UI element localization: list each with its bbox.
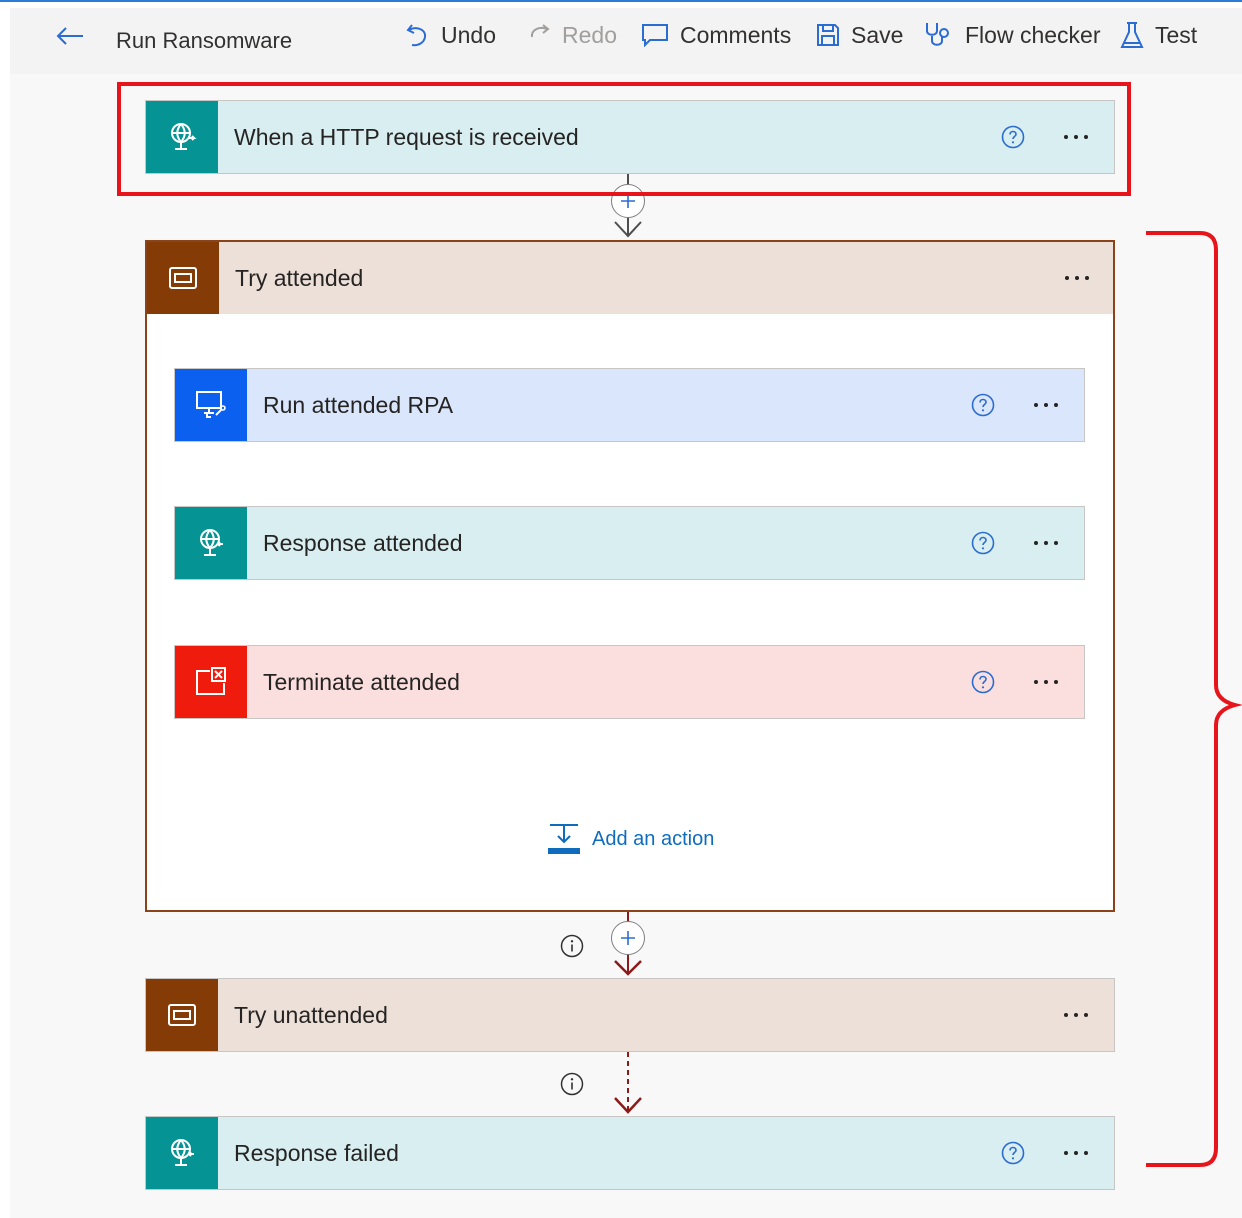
- more-icon[interactable]: [1058, 1138, 1094, 1168]
- terminate-icon: [175, 646, 247, 718]
- scope-title: Try unattended: [234, 1001, 388, 1028]
- action-title: Response failed: [234, 1139, 399, 1166]
- action-card-response-failed[interactable]: Response failed: [145, 1116, 1115, 1190]
- help-icon[interactable]: [970, 530, 996, 556]
- trigger-title: When a HTTP request is received: [234, 123, 579, 150]
- test-button[interactable]: Test: [1120, 20, 1197, 50]
- help-icon[interactable]: [1000, 124, 1026, 150]
- redo-icon: [530, 24, 550, 38]
- action-title: Response attended: [263, 529, 463, 556]
- help-icon[interactable]: [970, 392, 996, 418]
- insert-step-plus-icon[interactable]: [611, 184, 645, 218]
- undo-icon: [406, 24, 427, 47]
- add-action-label: Add an action: [592, 827, 715, 850]
- action-title: Run attended RPA: [263, 391, 454, 418]
- more-icon[interactable]: [1059, 263, 1095, 293]
- test-label: Test: [1155, 21, 1198, 48]
- more-icon[interactable]: [1028, 528, 1064, 558]
- action-card-response-attended[interactable]: Response attended: [174, 506, 1085, 580]
- flow-name: Run Ransomware: [116, 28, 293, 53]
- scope-icon: [147, 242, 219, 314]
- scope-try-unattended[interactable]: Try unattended: [145, 978, 1115, 1052]
- stethoscope-icon: [926, 23, 949, 46]
- more-icon[interactable]: [1058, 1000, 1094, 1030]
- comments-button[interactable]: Comments: [641, 20, 791, 50]
- save-icon: [817, 24, 839, 46]
- undo-label: Undo: [441, 21, 496, 48]
- undo-button[interactable]: Undo: [406, 20, 496, 50]
- more-icon[interactable]: [1028, 667, 1064, 697]
- info-icon[interactable]: [560, 1072, 584, 1096]
- add-action-icon: [548, 824, 580, 854]
- add-action-button[interactable]: Add an action: [546, 822, 714, 856]
- help-icon[interactable]: [1000, 1140, 1026, 1166]
- more-icon[interactable]: [1058, 122, 1094, 152]
- top-accent-line: [0, 0, 1242, 2]
- trigger-card-http-request[interactable]: When a HTTP request is received: [145, 100, 1115, 174]
- scope-icon: [146, 979, 218, 1051]
- scope-header-try-attended[interactable]: Try attended: [147, 242, 1113, 314]
- redo-button[interactable]: Redo: [527, 20, 617, 50]
- back-arrow-icon[interactable]: [56, 26, 84, 51]
- redo-label: Redo: [562, 21, 617, 48]
- http-globe-icon: [175, 507, 247, 579]
- flask-icon: [1120, 22, 1144, 48]
- more-icon[interactable]: [1028, 390, 1064, 420]
- comment-icon: [642, 24, 668, 47]
- http-globe-icon: [146, 101, 218, 173]
- flow-checker-button[interactable]: Flow checker: [924, 20, 1100, 50]
- action-card-run-attended-rpa[interactable]: Run attended RPA: [174, 368, 1085, 442]
- action-title: Terminate attended: [263, 668, 460, 695]
- scope-title: Try attended: [235, 264, 364, 291]
- rpa-desktop-icon: [175, 369, 247, 441]
- action-card-terminate-attended[interactable]: Terminate attended: [174, 645, 1085, 719]
- http-globe-icon: [146, 1117, 218, 1189]
- info-icon[interactable]: [560, 934, 584, 958]
- flow-checker-label: Flow checker: [965, 21, 1101, 48]
- insert-step-plus-icon[interactable]: [611, 921, 645, 955]
- help-icon[interactable]: [970, 669, 996, 695]
- save-button[interactable]: Save: [816, 20, 903, 50]
- comments-label: Comments: [680, 21, 792, 48]
- save-label: Save: [851, 21, 904, 48]
